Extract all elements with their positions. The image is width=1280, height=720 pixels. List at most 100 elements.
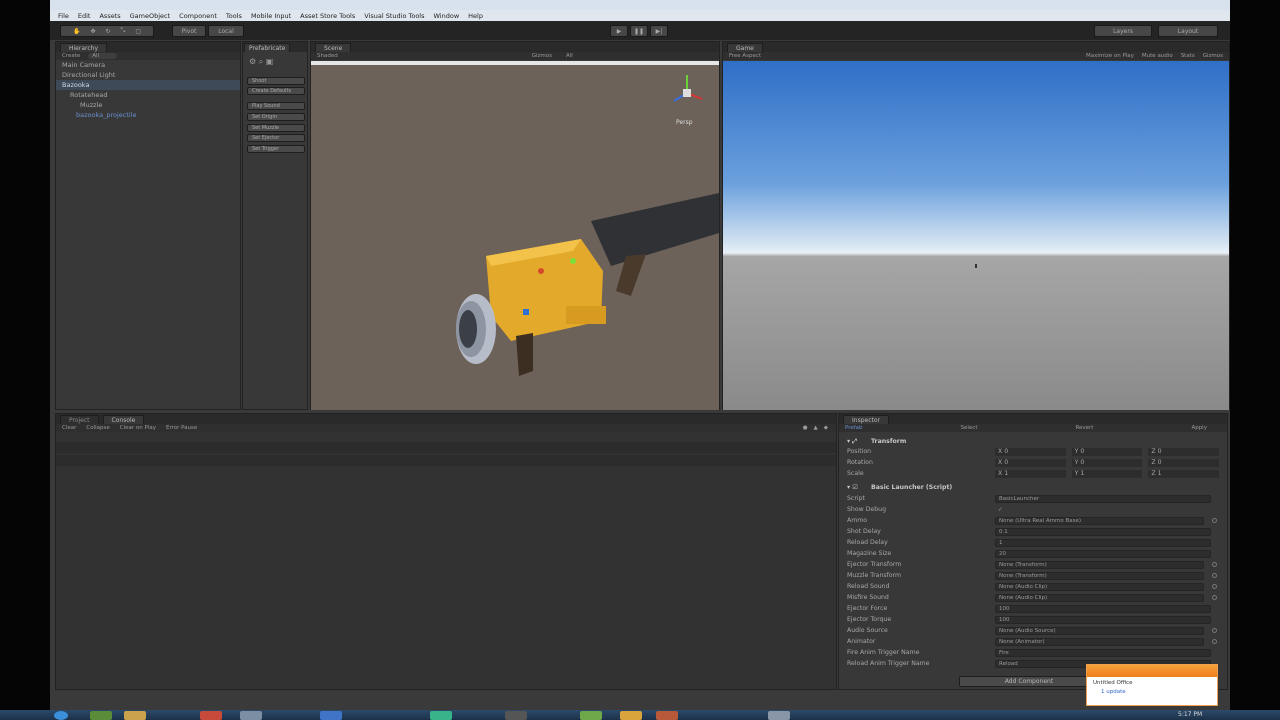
hierarchy-item-muzzle[interactable]: Muzzle: [62, 100, 240, 110]
step-button[interactable]: ▶|: [650, 25, 668, 37]
hand-tool-icon[interactable]: ✋: [73, 28, 80, 35]
rect-tool-icon[interactable]: ▢: [135, 28, 141, 35]
tab-inspector[interactable]: Inspector: [843, 415, 889, 424]
pause-button[interactable]: ❚❚: [630, 25, 648, 37]
game-stats-toggle[interactable]: Stats: [1181, 53, 1195, 59]
console-error-icon[interactable]: ◆: [824, 425, 828, 431]
menu-assets[interactable]: Assets: [99, 12, 120, 20]
rotation-x-field[interactable]: X 0: [995, 458, 1066, 467]
taskbar-app-icon[interactable]: [124, 711, 146, 720]
game-gizmos-dropdown[interactable]: Gizmos: [1203, 53, 1223, 59]
menu-tools[interactable]: Tools: [226, 12, 242, 20]
play-button[interactable]: ▶: [610, 25, 628, 37]
layers-dropdown[interactable]: Layers: [1094, 25, 1152, 37]
prefab-set-trigger-button[interactable]: Set Trigger: [247, 145, 305, 153]
pivot-toggle[interactable]: Pivot: [172, 25, 206, 37]
inspector-field-value[interactable]: None (Transform): [995, 560, 1204, 569]
position-x-field[interactable]: X 0: [995, 447, 1066, 456]
taskbar-app-icon[interactable]: [768, 711, 790, 720]
object-picker-icon[interactable]: [1212, 562, 1217, 567]
bazooka-model[interactable]: [311, 61, 719, 410]
scale-x-field[interactable]: X 1: [995, 469, 1066, 478]
taskbar-app-icon[interactable]: [430, 711, 452, 720]
menu-visual-studio-tools[interactable]: Visual Studio Tools: [364, 12, 424, 20]
update-notification[interactable]: Untitled Office 1 update: [1086, 664, 1218, 706]
prefab-shoot-button[interactable]: Shoot: [247, 77, 305, 85]
inspector-field-value[interactable]: None (Transform): [995, 571, 1204, 580]
prefab-play-sound-button[interactable]: Play Sound: [247, 102, 305, 110]
object-picker-icon[interactable]: [1212, 595, 1217, 600]
game-aspect-dropdown[interactable]: Free Aspect: [729, 53, 761, 59]
scene-orientation-gizmo[interactable]: [666, 71, 708, 111]
menu-window[interactable]: Window: [434, 12, 460, 20]
prefab-set-ejector-button[interactable]: Set Ejector: [247, 134, 305, 142]
menu-help[interactable]: Help: [468, 12, 483, 20]
hierarchy-item-projectile[interactable]: bazooka_projectile: [62, 110, 240, 120]
inspector-field-value[interactable]: None (Audio Clip): [995, 593, 1204, 602]
layout-dropdown[interactable]: Layout: [1158, 25, 1218, 37]
taskbar-app-icon[interactable]: [505, 711, 527, 720]
prefab-select-button[interactable]: Select: [961, 425, 978, 431]
console-collapse-toggle[interactable]: Collapse: [86, 425, 109, 431]
hierarchy-search-input[interactable]: All: [88, 53, 118, 59]
tab-scene[interactable]: Scene: [315, 43, 352, 52]
inspector-field-value[interactable]: 20: [995, 549, 1211, 558]
inspector-field-value[interactable]: BasicLauncher: [995, 494, 1211, 503]
tab-console[interactable]: Console: [102, 415, 145, 424]
inspector-field-value[interactable]: 100: [995, 604, 1211, 613]
transform-tools[interactable]: ✋ ✥ ↻ ⤡ ▢: [60, 25, 154, 37]
game-mute-toggle[interactable]: Mute audio: [1142, 53, 1173, 59]
menu-edit[interactable]: Edit: [78, 12, 91, 20]
rotate-tool-icon[interactable]: ↻: [106, 28, 111, 35]
taskbar-app-icon[interactable]: [320, 711, 342, 720]
inspector-field-value[interactable]: None (Ultra Real Ammo Base): [995, 516, 1204, 525]
move-tool-icon[interactable]: ✥: [90, 28, 95, 35]
hierarchy-item-rotatehead[interactable]: Rotatehead: [62, 90, 240, 100]
console-row[interactable]: [56, 442, 836, 453]
prefab-tool-icons[interactable]: ⚙ ⌕ ▣: [249, 57, 273, 67]
console-error-pause-toggle[interactable]: Error Pause: [166, 425, 197, 431]
console-warning-icon[interactable]: ▲: [814, 425, 818, 431]
add-component-button[interactable]: Add Component: [959, 676, 1099, 687]
inspector-field-value[interactable]: 0.1: [995, 527, 1211, 536]
inspector-field-value[interactable]: ✓: [995, 506, 1211, 514]
prefab-create-defaults-button[interactable]: Create Defaults: [247, 87, 305, 95]
tab-game[interactable]: Game: [727, 43, 763, 52]
inspector-field-value[interactable]: None (Audio Source): [995, 626, 1204, 635]
console-clear-on-play-toggle[interactable]: Clear on Play: [120, 425, 156, 431]
inspector-field-value[interactable]: None (Audio Clip): [995, 582, 1204, 591]
rotation-z-field[interactable]: Z 0: [1148, 458, 1220, 467]
scale-z-field[interactable]: Z 1: [1148, 469, 1220, 478]
position-y-field[interactable]: Y 0: [1071, 447, 1143, 456]
hierarchy-item-main-camera[interactable]: Main Camera: [62, 60, 240, 70]
scene-gizmos-dropdown[interactable]: Gizmos: [532, 53, 552, 59]
object-picker-icon[interactable]: [1212, 628, 1217, 633]
hierarchy-create-button[interactable]: Create: [62, 53, 80, 59]
rotation-y-field[interactable]: Y 0: [1071, 458, 1143, 467]
taskbar-app-icon[interactable]: [240, 711, 262, 720]
menu-component[interactable]: Component: [179, 12, 217, 20]
prefab-revert-button[interactable]: Revert: [1075, 425, 1093, 431]
taskbar-clock[interactable]: 5:17 PM: [1178, 711, 1202, 718]
component-header[interactable]: ▾ ☑ Basic Launcher (Script): [847, 482, 1219, 493]
tab-hierarchy[interactable]: Hierarchy: [60, 43, 108, 52]
taskbar-app-icon[interactable]: [620, 711, 642, 720]
scene-persp-label[interactable]: Persp: [676, 119, 693, 126]
object-picker-icon[interactable]: [1212, 518, 1217, 523]
hierarchy-item-directional-light[interactable]: Directional Light: [62, 70, 240, 80]
taskbar-app-icon[interactable]: [90, 711, 112, 720]
scene-viewport[interactable]: Persp: [311, 61, 719, 410]
console-row[interactable]: [56, 455, 836, 466]
prefab-set-muzzle-button[interactable]: Set Muzzle: [247, 124, 305, 132]
notification-link[interactable]: 1 update: [1087, 689, 1217, 695]
hierarchy-item-bazooka[interactable]: Bazooka: [56, 80, 240, 90]
inspector-field-value[interactable]: 100: [995, 615, 1211, 624]
local-toggle[interactable]: Local: [208, 25, 244, 37]
scene-shading-dropdown[interactable]: Shaded: [317, 53, 338, 59]
tab-prefabs[interactable]: Prefabricate: [244, 43, 291, 52]
object-picker-icon[interactable]: [1212, 639, 1217, 644]
scale-y-field[interactable]: Y 1: [1071, 469, 1143, 478]
prefab-set-origin-button[interactable]: Set Origin: [247, 113, 305, 121]
taskbar-app-icon[interactable]: [656, 711, 678, 720]
menu-file[interactable]: File: [58, 12, 69, 20]
